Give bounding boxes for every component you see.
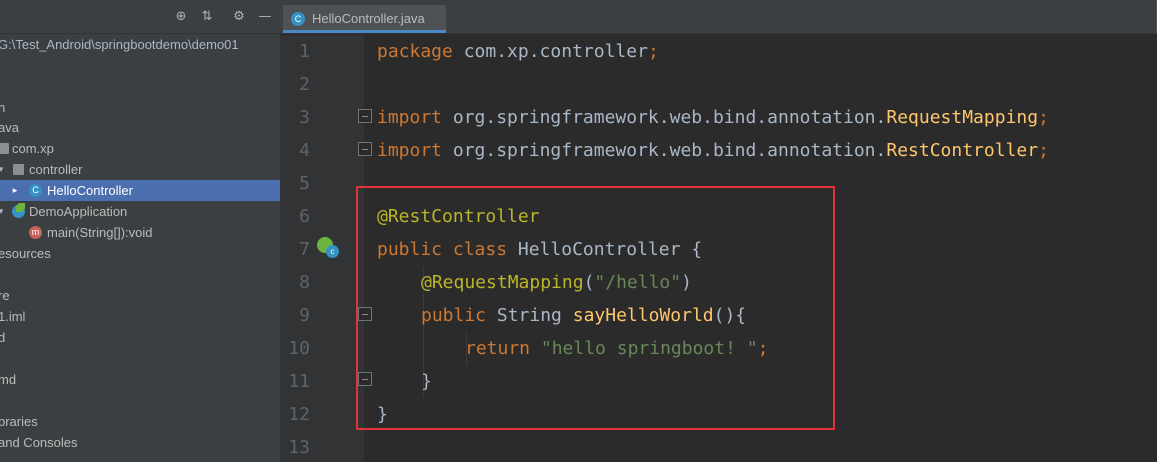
tree-item-re[interactable]: re [0,285,280,306]
tree-item-demoapplication[interactable]: ▾ DemoApplication [0,201,280,222]
collapse-all-icon[interactable]: ⇅ [200,10,214,24]
target-icon[interactable]: ⊕ [174,10,188,24]
fold-marker-icon[interactable] [358,142,372,156]
tree-item-label: main(String[]):void [47,225,153,240]
line-number: 10 [288,338,310,359]
tree-item-label: braries [0,414,38,429]
tree-item-label: md [0,372,17,387]
tree-item-label: re [0,288,10,303]
project-root-path[interactable]: G:\Test_Android\springbootdemo\demo01 [0,35,239,55]
tree-item-external-libraries[interactable]: braries [0,411,280,432]
line-number: 11 [288,371,310,392]
minimize-icon[interactable]: — [258,10,272,24]
tree-item-d[interactable]: d [0,327,280,348]
tree-item-main[interactable]: n [0,97,280,118]
tree-item-label: and Consoles [0,435,78,450]
tab-label: HelloController.java [312,11,425,26]
semicolon-token: ; [1038,140,1049,161]
tree-item-label: DemoApplication [29,204,128,219]
code-editor[interactable]: C HelloController.java 1 2 3 4 5 6 7 8 9… [280,0,1157,462]
tree-item-scratches-and-consoles[interactable]: and Consoles [0,432,280,453]
tree-item-label: HelloController [47,183,133,198]
line-number: 13 [288,437,310,458]
fold-marker-icon[interactable] [358,109,372,123]
tree-item-label: n [0,100,6,115]
semicolon-token: ; [1038,107,1049,128]
line-number: 2 [299,74,310,95]
tree-item-label: d [0,330,6,345]
spring-bean-gutter-icon[interactable]: c [317,237,339,259]
code-line-3[interactable]: import org.springframework.web.bind.anno… [377,101,1049,134]
tree-item-label: l [0,390,1,411]
class-icon: c [326,245,339,258]
editor-tab-bar: C HelloController.java [280,0,1157,34]
tree-item-iml[interactable]: 1.iml [0,306,280,327]
semicolon-token: ; [647,41,659,62]
keyword-token: package [377,41,453,62]
method-icon: m [29,226,42,239]
class-icon: C [29,184,42,197]
tree-item-hellocontroller[interactable]: ▸ C HelloController [0,180,280,201]
class-reference-token: RestController [886,140,1039,161]
line-number: 1 [299,41,310,62]
package-icon [13,164,24,175]
tree-item-java[interactable]: ava [0,117,280,138]
package-icon [0,143,9,154]
tree-item-label: ava [0,120,19,135]
code-line-4[interactable]: import org.springframework.web.bind.anno… [377,134,1049,167]
tree-item-controller[interactable]: ▾ controller [0,159,280,180]
tab-hellocontroller-java[interactable]: C HelloController.java [283,5,446,33]
tree-item-label: controller [29,162,83,177]
spring-leaf-icon [16,203,25,212]
line-number: 8 [299,272,310,293]
project-tool-window: ⊕ ⇅ ⚙ — G:\Test_Android\springbootdemo\d… [0,0,280,462]
line-number: 5 [299,173,310,194]
highlight-annotation-box [356,186,835,430]
tree-item-resources[interactable]: esources [0,243,280,264]
tree-item-main-method[interactable]: m main(String[]):void [0,222,280,243]
chevron-down-icon[interactable]: ▾ [0,201,6,222]
package-name-token: com.xp.controller [452,41,648,62]
settings-icon[interactable]: ⚙ [232,10,246,24]
chevron-down-icon[interactable]: ▾ [0,159,6,180]
line-number: 3 [299,107,310,128]
tree-item-label: 1.iml [0,309,26,324]
class-reference-token: RequestMapping [886,107,1039,128]
package-name-token: org.springframework.web.bind.annotation. [442,140,887,161]
package-name-token: org.springframework.web.bind.annotation. [442,107,887,128]
tree-item-l[interactable]: l [0,390,280,411]
tree-item-label: com.xp [12,141,54,156]
line-number: 6 [299,206,310,227]
tree-item-label: esources [0,246,51,261]
tree-item-md[interactable]: md [0,369,280,390]
project-toolbar: ⊕ ⇅ ⚙ — [0,0,280,34]
line-number: 4 [299,140,310,161]
chevron-right-icon[interactable]: ▸ [10,180,20,201]
code-line-1[interactable]: package com.xp.controller; [377,35,659,68]
keyword-token: import [377,107,443,128]
keyword-token: import [377,140,443,161]
class-icon: C [291,12,305,26]
line-number: 9 [299,305,310,326]
tree-item-com-xp[interactable]: com.xp [0,138,280,159]
line-number: 12 [288,404,310,425]
line-number: 7 [299,239,310,260]
